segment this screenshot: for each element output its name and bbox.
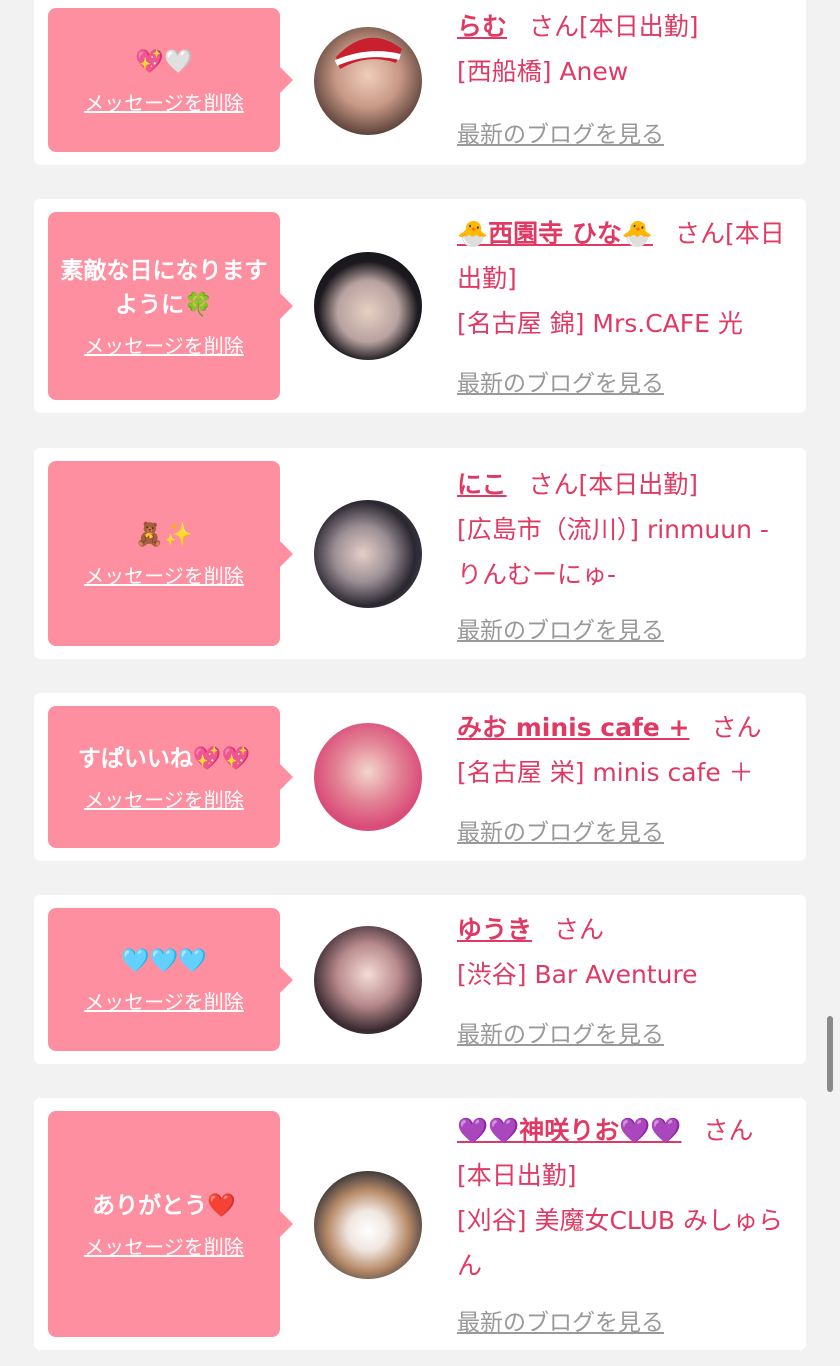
message-text: 🩵🩵🩵	[121, 948, 207, 974]
profile-name-link[interactable]: みお minis cafe +	[457, 713, 689, 742]
message-card: 素敵な日になりますように🍀 メッセージを削除 🐣西園寺 ひな🐣 さん[本日出勤] …	[34, 199, 806, 413]
status-text: [本日出勤]	[579, 12, 699, 41]
message-bubble: 🩵🩵🩵 メッセージを削除	[48, 908, 293, 1051]
profile-info: 💜💜神咲りお💜💜 さん [本日出勤] [刈谷] 美魔女CLUB みしゅらん	[457, 1108, 792, 1288]
status-text: [本日出勤]	[578, 470, 699, 499]
delete-message-link[interactable]: メッセージを削除	[84, 1231, 244, 1260]
status-text: [本日出勤]	[457, 1161, 577, 1190]
honorific: さん	[674, 219, 725, 248]
store-text: [名古屋 錦] Mrs.CAFE 光	[457, 309, 743, 338]
delete-message-link[interactable]: メッセージを削除	[84, 87, 244, 116]
avatar[interactable]	[314, 27, 422, 135]
avatar[interactable]	[314, 252, 422, 360]
message-card: ありがとう❤️ メッセージを削除 💜💜神咲りお💜💜 さん [本日出勤] [刈谷] …	[34, 1098, 806, 1350]
message-card: 🩵🩵🩵 メッセージを削除 ゆうき さん [渋谷] Bar Aventure 最新の…	[34, 895, 806, 1064]
store-text: [渋谷] Bar Aventure	[457, 960, 698, 989]
view-blog-link[interactable]: 最新のブログを見る	[457, 813, 664, 847]
store-text: [名古屋 栄] minis cafe ＋	[457, 758, 754, 787]
honorific: さん	[554, 915, 605, 944]
delete-message-link[interactable]: メッセージを削除	[84, 560, 244, 589]
profile-name-link[interactable]: 🐣西園寺 ひな🐣	[457, 219, 653, 248]
profile-info: にこ さん[本日出勤] [広島市（流川）] rinmuun -りんむーにゅ-	[457, 462, 792, 597]
profile-info: ゆうき さん [渋谷] Bar Aventure	[457, 907, 792, 997]
profile-name-link[interactable]: にこ	[457, 470, 507, 499]
profile-name-link[interactable]: 💜💜神咲りお💜💜	[457, 1116, 682, 1145]
store-text: [刈谷] 美魔女CLUB みしゅらん	[457, 1206, 783, 1280]
message-bubble: ありがとう❤️ メッセージを削除	[48, 1111, 293, 1337]
delete-message-link[interactable]: メッセージを削除	[84, 986, 244, 1015]
profile-name-link[interactable]: らむ	[457, 12, 507, 41]
message-bubble: すぱいいね💖💖 メッセージを削除	[48, 706, 293, 848]
delete-message-link[interactable]: メッセージを削除	[84, 784, 244, 813]
view-blog-link[interactable]: 最新のブログを見る	[457, 1303, 664, 1337]
view-blog-link[interactable]: 最新のブログを見る	[457, 115, 664, 149]
avatar[interactable]	[314, 1171, 422, 1279]
honorific: さん	[703, 1116, 754, 1145]
store-text: [西船橋] Anew	[457, 57, 629, 86]
store-text: [広島市（流川）] rinmuun -りんむーにゅ-	[457, 515, 769, 589]
profile-name-link[interactable]: ゆうき	[457, 915, 532, 944]
profile-info: 🐣西園寺 ひな🐣 さん[本日出勤] [名古屋 錦] Mrs.CAFE 光	[457, 211, 792, 346]
message-text: 🧸✨	[135, 522, 193, 548]
message-card: 💖🤍 メッセージを削除 らむ さん[本日出勤] [西船橋] Anew 最新のブログ…	[34, 0, 806, 165]
view-blog-link[interactable]: 最新のブログを見る	[457, 364, 664, 398]
message-text: すぱいいね💖💖	[77, 745, 251, 772]
message-bubble: 🧸✨ メッセージを削除	[48, 461, 293, 646]
avatar[interactable]	[314, 926, 422, 1034]
avatar[interactable]	[314, 500, 422, 608]
honorific: さん	[528, 470, 579, 499]
honorific: さん	[529, 12, 580, 41]
view-blog-link[interactable]: 最新のブログを見る	[457, 611, 664, 645]
message-card: 🧸✨ メッセージを削除 にこ さん[本日出勤] [広島市（流川）] rinmuun…	[34, 448, 806, 659]
avatar[interactable]	[314, 723, 422, 831]
profile-info: らむ さん[本日出勤] [西船橋] Anew	[457, 4, 792, 94]
message-card: すぱいいね💖💖 メッセージを削除 みお minis cafe + さん [名古屋 …	[34, 693, 806, 861]
message-bubble: 💖🤍 メッセージを削除	[48, 8, 293, 152]
view-blog-link[interactable]: 最新のブログを見る	[457, 1015, 664, 1049]
santa-hat-icon	[334, 37, 402, 69]
message-text: 💖🤍	[135, 48, 193, 75]
message-text: ありがとう❤️	[92, 1192, 236, 1219]
scrollbar[interactable]	[827, 1016, 833, 1092]
honorific: さん	[711, 713, 762, 742]
delete-message-link[interactable]: メッセージを削除	[84, 330, 244, 359]
message-text: 素敵な日になりますように🍀	[60, 257, 268, 318]
message-bubble: 素敵な日になりますように🍀 メッセージを削除	[48, 212, 293, 400]
profile-info: みお minis cafe + さん [名古屋 栄] minis cafe ＋	[457, 705, 792, 795]
